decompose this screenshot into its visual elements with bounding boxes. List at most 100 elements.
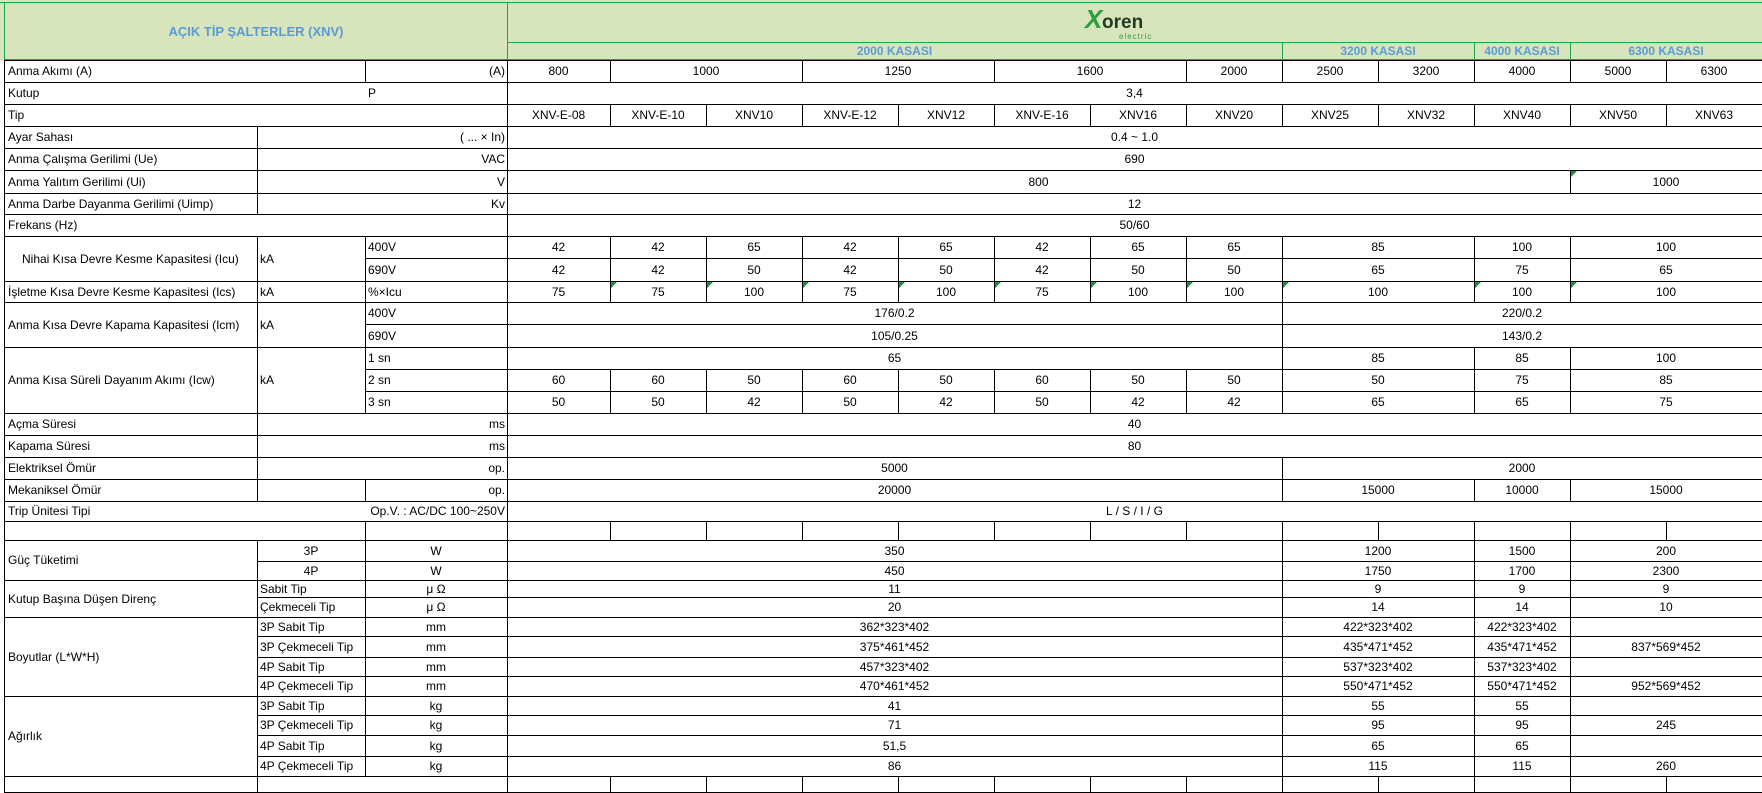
sub-agirlik-r1: 3P Sabit Tip — [260, 698, 325, 713]
row-label-acma: Açma Süresi — [8, 417, 77, 431]
agirlik-r1-1: 55 — [1371, 698, 1385, 713]
agirlik-r1-3 — [1570, 696, 1762, 715]
row-label-icm: Anma Kısa Devre Kapama Kapasitesi (Icm) — [8, 317, 240, 332]
header-left-edge — [4, 2, 5, 60]
icu-690-10: 65 — [1659, 262, 1673, 277]
boyut-r4-1: 550*471*452 — [1343, 679, 1413, 693]
guc-r3-1: 1200 — [1364, 543, 1392, 558]
row-label-icu: Nihai Kısa Devre Kesme Kapasitesi (Icu) — [22, 251, 239, 266]
model-type-7: XNV20 — [1214, 108, 1254, 122]
icw-3s-7: 42 — [1227, 395, 1241, 409]
agirlik-r4-2: 115 — [1512, 759, 1532, 773]
guc-r3-3: 200 — [1655, 543, 1677, 558]
unit-agirlik-r2: kg — [429, 718, 443, 732]
icm-400-1: 220/0.2 — [1501, 306, 1543, 320]
unit-ui: V — [496, 174, 505, 189]
agirlik-r1-0: 41 — [887, 698, 902, 713]
value-uimp: 12 — [1127, 196, 1142, 211]
boyut-r2-3: 837*569*452 — [1631, 639, 1701, 654]
unit-boyut-r2: mm — [426, 639, 446, 654]
boyut-r4-3: 952*569*452 — [1631, 679, 1701, 693]
agirlik-r3-0: 51,5 — [882, 738, 907, 753]
icu-690-6: 50 — [1131, 262, 1145, 277]
ics-9: 100 — [1511, 284, 1533, 299]
row-label-guc: Güç Tüketimi — [8, 553, 79, 567]
unit-anma-akimi: (A) — [489, 64, 505, 78]
icw-1s-2: 85 — [1515, 351, 1529, 365]
cell-flag-marker — [611, 282, 617, 288]
icu-690-8: 65 — [1371, 262, 1385, 277]
group-divider — [1570, 42, 1571, 60]
direnc-r1-2: 9 — [1518, 581, 1526, 596]
model-type-12: XNV63 — [1694, 108, 1734, 122]
icu-400-0: 42 — [551, 240, 566, 254]
icw-2s-9: 75 — [1515, 373, 1529, 387]
icw-3s-2: 42 — [747, 395, 761, 409]
icw-1s-1: 85 — [1371, 351, 1385, 365]
sub-agirlik-r4: 4P Çekmeceli Tip — [260, 759, 354, 773]
model-type-8: XNV25 — [1310, 108, 1350, 122]
unit-agirlik-r4: kg — [429, 759, 443, 773]
icu-400-7: 65 — [1227, 240, 1241, 254]
icu-400-1: 42 — [651, 240, 665, 254]
boyut-r4-2: 550*471*452 — [1487, 679, 1557, 693]
direnc-r1-1: 9 — [1374, 581, 1382, 596]
guc-r3-0: 350 — [884, 543, 905, 558]
value-trip: L / S / I / G — [1106, 504, 1163, 518]
icu-400-6: 65 — [1131, 240, 1145, 254]
row-label-agirlik: Ağırlık — [8, 729, 43, 743]
grid-line — [898, 521, 899, 540]
row-label-ue: Anma Çalışma Gerilimi (Ue) — [8, 152, 158, 166]
icw-2s-4: 50 — [939, 373, 953, 387]
unit-uimp: Kv — [490, 196, 505, 211]
grid-line — [994, 521, 995, 540]
row-label-ui: Anma Yalıtım Gerilimi (Ui) — [8, 174, 146, 189]
model-type-6: XNV16 — [1118, 108, 1158, 122]
direnc-r2-0: 20 — [887, 600, 902, 614]
sub-direnc-r2: Çekmeceli Tip — [260, 600, 336, 614]
row-label-trip: Trip Ünitesi Tipi — [8, 504, 91, 518]
cell-flag-marker — [1187, 282, 1193, 288]
icu-690-1: 42 — [651, 262, 665, 277]
icu-400-2: 65 — [747, 240, 761, 254]
unit-boyut-r3: mm — [426, 659, 446, 674]
rated-current-4: 2000 — [1220, 64, 1248, 78]
cell-flag-marker — [899, 282, 905, 288]
direnc-r1-3: 9 — [1662, 581, 1670, 596]
grid-line — [1282, 776, 1283, 793]
boyut-r1-2: 422*323*402 — [1487, 619, 1557, 634]
icw-3s-9: 65 — [1515, 395, 1529, 409]
boyut-r3-2: 537*323*402 — [1487, 659, 1557, 674]
grid-line — [365, 521, 366, 540]
group-header-2: 4000 KASASI — [1484, 43, 1560, 58]
model-type-10: XNV40 — [1502, 108, 1542, 122]
unit-ayar: ( ... × In) — [459, 130, 505, 144]
row-label-boyut: Boyutlar (L*W*H) — [8, 649, 100, 664]
value-kutup: 3,4 — [1126, 86, 1143, 100]
boyut-r1-0: 362*323*402 — [859, 619, 930, 634]
group-header-1: 3200 KASASI — [1340, 43, 1416, 58]
sub-icu-400: 400V — [368, 240, 397, 254]
unit-boyut-r1: mm — [426, 619, 446, 634]
boyut-r4-0: 470*461*452 — [859, 679, 930, 693]
icu-690-7: 50 — [1227, 262, 1241, 277]
spec-sheet: AÇIK TİP ŞALTERLER (XNV) X oren electric… — [0, 0, 1762, 793]
group-divider — [1282, 42, 1283, 60]
row-line — [5, 521, 1762, 522]
value-ui-b: 1000 — [1652, 174, 1680, 189]
grid-line — [802, 776, 803, 793]
model-type-5: XNV-E-16 — [1015, 108, 1069, 122]
unit-icw: kA — [260, 373, 275, 387]
icu-690-9: 75 — [1515, 262, 1529, 277]
grid-line — [1090, 776, 1091, 793]
icu-400-3: 42 — [843, 240, 857, 254]
model-type-1: XNV-E-10 — [631, 108, 685, 122]
boyut-r1-1: 422*323*402 — [1343, 619, 1413, 634]
rated-current-9: 6300 — [1700, 64, 1728, 78]
grid-line — [610, 521, 611, 540]
icw-3s-0: 50 — [551, 395, 566, 409]
agirlik-r3-2: 65 — [1515, 738, 1529, 753]
rated-current-6: 3200 — [1412, 64, 1440, 78]
icu-400-10: 100 — [1655, 240, 1677, 254]
direnc-r2-2: 14 — [1515, 600, 1529, 614]
